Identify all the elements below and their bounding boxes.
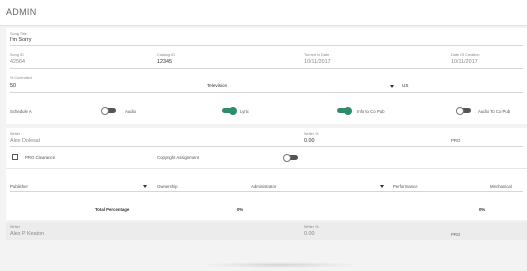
- ownership-field[interactable]: Ownership: [157, 184, 178, 189]
- song-id-field[interactable]: 42564: [10, 59, 25, 65]
- total-percentage-label: Total Percentage: [95, 207, 130, 212]
- ids-underline: [10, 68, 523, 69]
- country-select[interactable]: US: [402, 83, 408, 88]
- song-id-label: Song ID: [10, 53, 24, 57]
- schedule-a-toggle[interactable]: [101, 106, 116, 115]
- publisher-underline: [10, 191, 523, 192]
- chevron-down-icon[interactable]: [390, 85, 394, 88]
- chevron-down-icon[interactable]: [380, 185, 384, 188]
- administrator-select[interactable]: Administrator: [251, 184, 276, 189]
- controlled-underline: [10, 92, 523, 93]
- catalog-id-label: Catalog ID: [157, 53, 175, 57]
- audio-label: Audio: [125, 109, 136, 114]
- schedule-a-label: Schedule A: [10, 109, 32, 114]
- writer-field[interactable]: Alex Dolesal: [10, 138, 40, 144]
- turned-in-date-label: Turned In Date: [304, 53, 330, 57]
- mechanical-field[interactable]: Mechanical: [490, 184, 512, 189]
- writer-share-label-2: Writer %: [304, 225, 319, 229]
- date-of-creation-field[interactable]: 10/11/2017: [451, 59, 478, 65]
- writer-label: Writer: [10, 132, 21, 136]
- publisher-select[interactable]: Publisher: [10, 184, 28, 189]
- controlled-field[interactable]: 50: [10, 83, 16, 89]
- writer-share-field-2[interactable]: 0.00: [304, 231, 315, 237]
- section-divider: [6, 168, 527, 169]
- writer-label-2: Writer: [10, 225, 21, 229]
- pro-clearance-checkbox[interactable]: [12, 154, 18, 160]
- chevron-down-icon[interactable]: [143, 185, 147, 188]
- writer-card: Writer Alex Dolesal Writer % 0.00 PRO PR…: [6, 128, 527, 220]
- song-details-card: Song Title I'm Sorry Song ID 42564 Catal…: [6, 28, 527, 124]
- pro-clearance-label: PRO Clearance: [25, 155, 56, 160]
- pro-select-2[interactable]: PRO: [451, 232, 460, 237]
- writer-share-label: Writer %: [304, 132, 319, 136]
- info-to-co-pub-label: Info to Co Pub: [357, 109, 385, 114]
- audio-to-co-pub-label: Audio To Co Pub: [478, 109, 511, 114]
- controlled-label: % Controlled: [10, 76, 32, 80]
- copyright-assignment-toggle[interactable]: [283, 153, 298, 162]
- lyric-label: Lyric: [240, 109, 249, 114]
- audio-toggle[interactable]: [222, 106, 237, 115]
- info-to-co-pub-toggle[interactable]: [456, 106, 471, 115]
- song-title-underline: [10, 45, 523, 46]
- total-percentage-value-2: 0%: [479, 207, 486, 212]
- page-title: ADMIN: [6, 7, 37, 17]
- song-title-label: Song Title: [10, 32, 27, 36]
- copyright-assignment-label: Copyright Assignment: [157, 155, 199, 160]
- catalog-id-field[interactable]: 12345: [157, 59, 172, 65]
- date-of-creation-label: Date Of Creation: [451, 53, 480, 57]
- card-shadow: [200, 262, 360, 268]
- lyric-toggle[interactable]: [337, 106, 352, 115]
- total-percentage-value: 0%: [237, 207, 244, 212]
- performance-field[interactable]: Performance: [393, 184, 418, 189]
- writer-underline: [10, 146, 523, 147]
- writer-field-2[interactable]: Alex P Keaton: [10, 231, 44, 237]
- writer-card-2: Writer Alex P Keaton Writer % 0.00 PRO: [6, 222, 527, 240]
- song-title-field[interactable]: I'm Sorry: [10, 37, 31, 43]
- pro-select[interactable]: PRO: [451, 138, 460, 143]
- type-select[interactable]: Television: [207, 83, 227, 88]
- turned-in-date-field[interactable]: 10/11/2017: [304, 59, 331, 65]
- top-bar: ADMIN: [0, 0, 527, 26]
- writer-share-field[interactable]: 0.00: [304, 138, 315, 144]
